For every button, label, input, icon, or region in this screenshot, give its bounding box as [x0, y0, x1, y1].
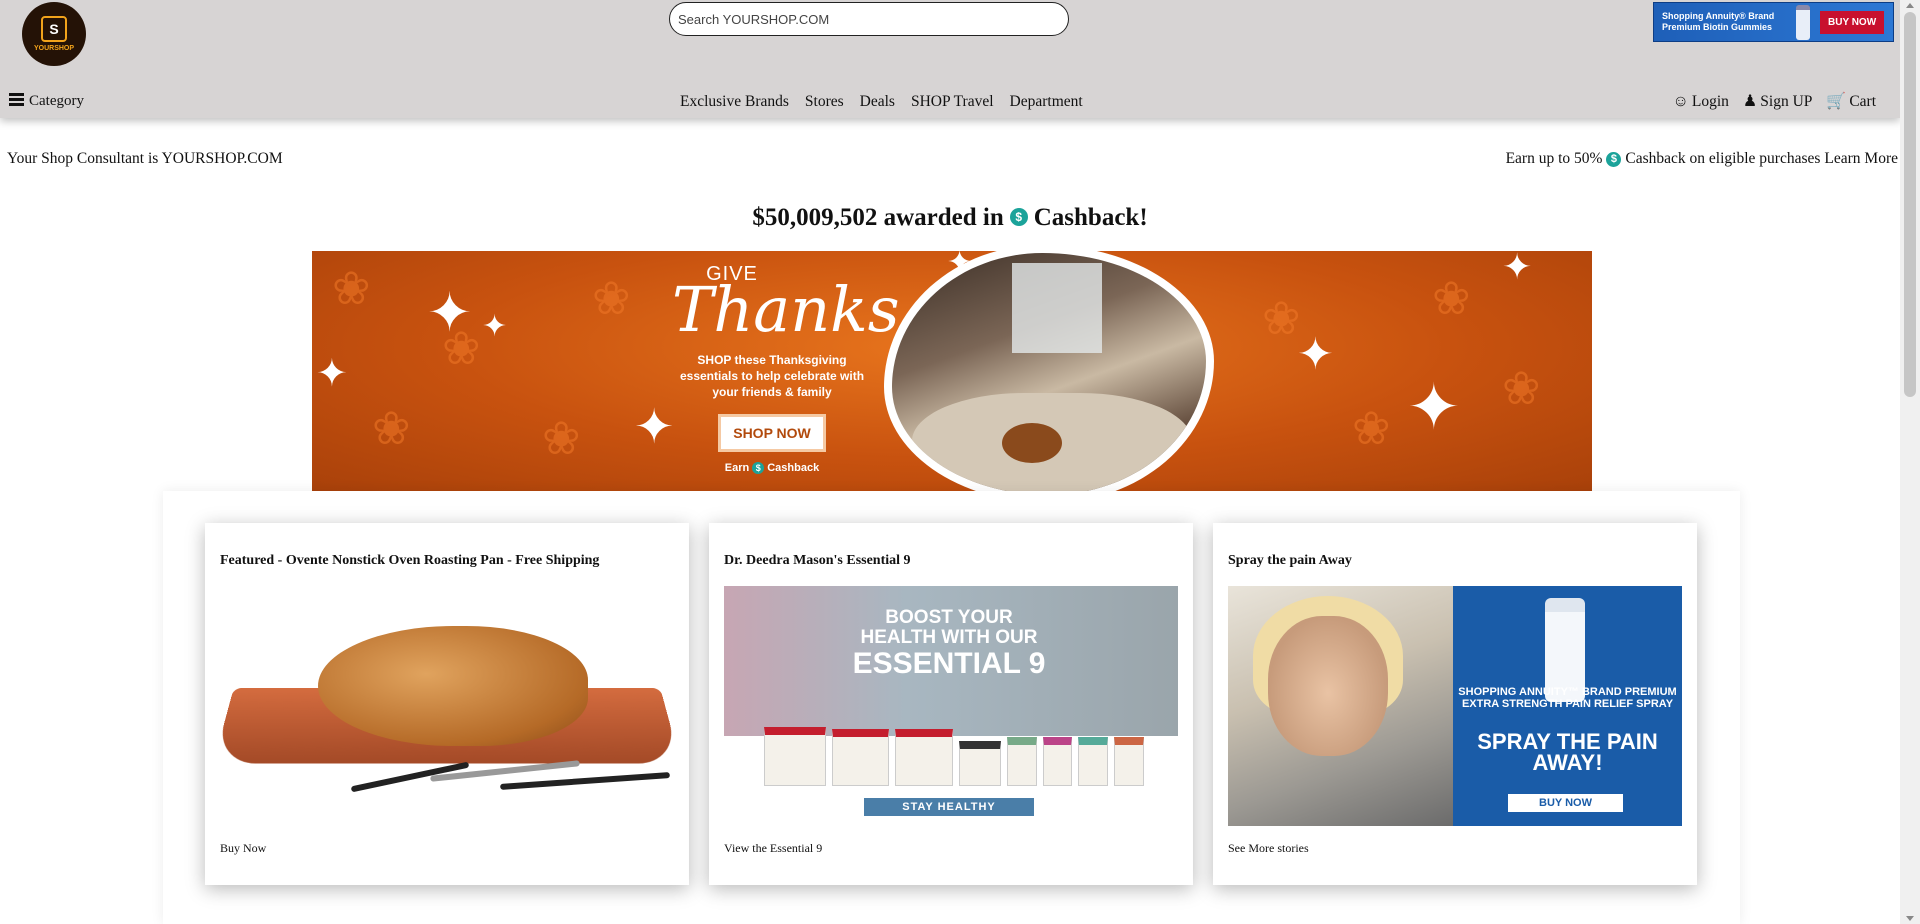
cashback-info: Earn up to 50% $ Cashback on eligible pu… [1506, 150, 1898, 168]
sparkle-icon: ✦ [634, 399, 675, 455]
learn-more-link[interactable]: Learn More [1824, 150, 1898, 168]
ess-line-3: ESSENTIAL 9 [852, 647, 1046, 680]
user-nav: ☺ Login ♟ Sign UP 🛒 Cart [1673, 93, 1876, 111]
signup-link[interactable]: ♟ Sign UP [1743, 93, 1812, 111]
sparkle-icon: ✦ [316, 351, 348, 395]
cashback-coin-icon: $ [752, 462, 765, 474]
hero-cashback-label: Cashback [767, 462, 820, 474]
hero-subtitle: SHOP these Thanksgiving essentials to he… [679, 353, 865, 399]
category-menu-button[interactable]: Category [9, 93, 84, 110]
ad-line-1: Shopping Annuity® Brand [1662, 11, 1775, 21]
card-pain-spray: Spray the pain Away SHOPPING ANNUITY™ BR… [1213, 523, 1697, 885]
hamburger-icon [9, 91, 24, 109]
signup-label: Sign UP [1760, 93, 1813, 110]
spray-ad-panel: SHOPPING ANNUITY™ BRAND PREMIUM EXTRA ST… [1453, 586, 1682, 826]
nav-exclusive-brands[interactable]: Exclusive Brands [680, 93, 789, 111]
login-label: Login [1691, 93, 1729, 110]
card-title[interactable]: Dr. Deedra Mason's Essential 9 [724, 553, 911, 569]
cashback-coin-icon: $ [1009, 208, 1028, 227]
ad-line-2: Premium Biotin Gummies [1662, 22, 1773, 32]
roasting-pan-image[interactable] [220, 586, 674, 826]
ad-text: Shopping Annuity® Brand Premium Biotin G… [1662, 11, 1790, 33]
awarded-amount: $50,009,502 awarded in [752, 204, 1004, 231]
awarded-headline: $50,009,502 awarded in $ Cashback! [0, 204, 1900, 232]
scroll-thumb[interactable] [1904, 12, 1916, 397]
spray-buy-now-button: BUY NOW [1508, 794, 1623, 812]
see-more-stories-link[interactable]: See More stories [1228, 841, 1309, 856]
sparkle-icon: ✦ [482, 309, 508, 344]
hero-banner[interactable]: ❀ ❀ ❀ ❀ ❀ ❀ ❀ ❀ ❀ ✦ ✦ ✦ ✦ ✦ ✦ ✦ ✦ GIVE T… [312, 251, 1592, 491]
spray-headline: SPRAY THE PAIN AWAY! [1477, 729, 1658, 775]
shop-now-button[interactable]: SHOP NOW [718, 414, 826, 452]
vertical-scrollbar[interactable] [1900, 0, 1920, 924]
ess-line-1: BOOST YOUR [885, 607, 1013, 628]
essential-9-image[interactable]: BOOST YOUR HEALTH WITH OUR ESSENTIAL 9 S… [724, 586, 1178, 826]
hero-earn-cashback: Earn $ Cashback [672, 462, 872, 474]
leaf-icon: ❀ [542, 411, 581, 465]
earn-prefix: Earn up to 50% [1505, 150, 1603, 167]
main-nav: Exclusive Brands Stores Deals SHOP Trave… [680, 93, 1083, 111]
nav-stores[interactable]: Stores [805, 93, 844, 111]
scroll-up-icon[interactable] [1906, 3, 1914, 8]
stay-healthy-button: STAY HEALTHY [864, 798, 1034, 816]
scroll-down-icon[interactable] [1906, 916, 1914, 921]
leaf-icon: ❀ [1432, 271, 1471, 325]
card-title[interactable]: Featured - Ovente Nonstick Oven Roasting… [220, 553, 599, 569]
nav-department[interactable]: Department [1010, 93, 1083, 111]
cart-link[interactable]: 🛒 Cart [1826, 93, 1876, 111]
header-ad-banner[interactable]: Shopping Annuity® Brand Premium Biotin G… [1653, 2, 1894, 42]
leaf-icon: ❀ [332, 261, 371, 315]
sparkle-icon: ✦ [1297, 329, 1334, 380]
user-circle-icon: ☺ [1672, 93, 1689, 110]
sparkle-icon: ✦ [1502, 251, 1533, 288]
card-roasting-pan: Featured - Ovente Nonstick Oven Roasting… [205, 523, 689, 885]
cashback-coin-icon: $ [1606, 151, 1622, 167]
consultant-text: Your Shop Consultant is YOURSHOP.COM [7, 150, 283, 167]
ad-buy-now-button[interactable]: BUY NOW [1820, 10, 1885, 34]
awarded-cashback: Cashback! [1033, 204, 1148, 231]
leaf-icon: ❀ [1502, 361, 1541, 415]
site-header: S YOURSHOP Shopping Annuity® Brand Premi… [0, 0, 1900, 118]
cart-icon: 🛒 [1826, 93, 1847, 110]
nav-deals[interactable]: Deals [860, 93, 895, 111]
user-plus-icon: ♟ [1742, 93, 1758, 110]
sparkle-icon: ✦ [1407, 371, 1461, 445]
cart-label: Cart [1849, 93, 1876, 110]
essential-9-headline: BOOST YOUR HEALTH WITH OUR ESSENTIAL 9 [764, 608, 1134, 680]
earn-suffix: Cashback on eligible purchases [1625, 150, 1821, 167]
hero-thanks: Thanks [672, 273, 900, 346]
site-logo[interactable]: S YOURSHOP [22, 2, 86, 66]
family-dinner-photo [884, 251, 1214, 491]
sparkle-icon: ✦ [427, 281, 473, 344]
leaf-icon: ❀ [372, 401, 411, 455]
featured-cards-section: Featured - Ovente Nonstick Oven Roasting… [163, 491, 1740, 924]
supplement-products [764, 727, 1144, 786]
leaf-icon: ❀ [1352, 401, 1391, 455]
view-essential-9-link[interactable]: View the Essential 9 [724, 841, 822, 856]
card-essential-9: Dr. Deedra Mason's Essential 9 BOOST YOU… [709, 523, 1193, 885]
bottle-icon [1796, 4, 1810, 40]
login-link[interactable]: ☺ Login [1673, 93, 1729, 111]
ess-line-2: HEALTH WITH OUR [860, 627, 1038, 648]
card-title[interactable]: Spray the pain Away [1228, 553, 1352, 569]
pain-spray-image[interactable]: SHOPPING ANNUITY™ BRAND PREMIUM EXTRA ST… [1228, 586, 1682, 826]
logo-text: YOURSHOP [33, 45, 75, 52]
spray-subtitle: SHOPPING ANNUITY™ BRAND PREMIUM EXTRA ST… [1458, 686, 1677, 710]
search-input[interactable] [669, 2, 1069, 36]
woman-neck-pain-photo [1228, 586, 1453, 826]
nav-shop-travel[interactable]: SHOP Travel [911, 93, 994, 111]
buy-now-link[interactable]: Buy Now [220, 841, 266, 856]
leaf-icon: ❀ [1262, 291, 1301, 345]
logo-mark-icon: S [41, 16, 67, 42]
hero-earn-label: Earn [724, 462, 750, 474]
category-label: Category [29, 93, 84, 109]
hero-copy: GIVE Thanks SHOP these Thanksgiving esse… [672, 263, 900, 474]
